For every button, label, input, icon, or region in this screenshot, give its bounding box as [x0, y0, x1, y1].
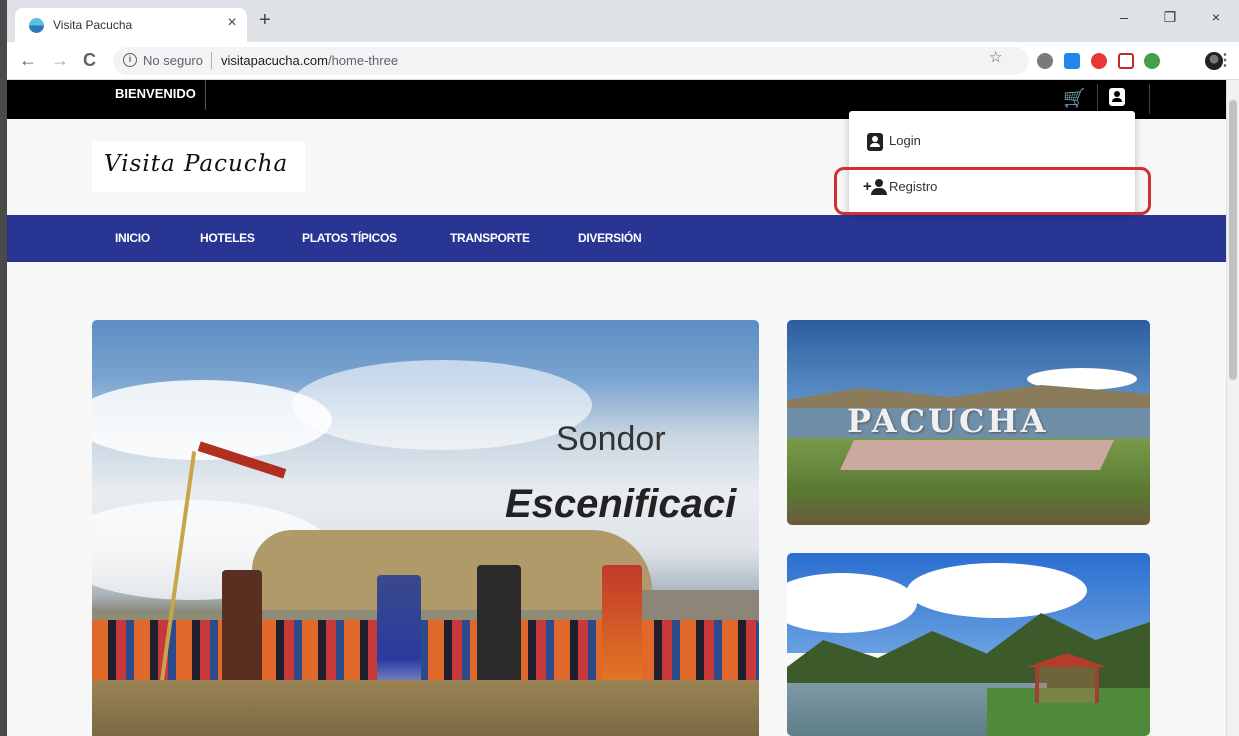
browser-menu-icon[interactable]: ⋮	[1217, 50, 1233, 70]
page-scrollbar[interactable]	[1226, 80, 1239, 736]
new-tab-button[interactable]: +	[259, 10, 271, 30]
window-controls: – ❐ ×	[1101, 0, 1239, 34]
extension-icon[interactable]	[1037, 53, 1053, 69]
browser-tab[interactable]: Visita Pacucha ×	[15, 8, 247, 42]
info-icon[interactable]: i	[123, 53, 137, 67]
extension-icon[interactable]	[1064, 53, 1080, 69]
topbar-divider	[1149, 84, 1150, 114]
address-bar[interactable]: i No seguro visitapacucha.com/home-three	[113, 47, 1029, 75]
close-window-button[interactable]: ×	[1193, 0, 1239, 34]
page: Visita Pacucha × + – ❐ × ← → C i No segu…	[0, 0, 1239, 736]
hero-hut	[252, 530, 652, 610]
dropdown-item-login[interactable]: Login	[849, 119, 1135, 163]
nav-diversion[interactable]: DIVERSIÓN	[578, 215, 642, 262]
site-logo[interactable]: Visita Pacucha	[92, 141, 305, 192]
account-icon[interactable]	[1109, 88, 1125, 106]
pocket-extension-icon[interactable]	[1118, 53, 1134, 69]
welcome-text: BIENVENIDO	[115, 80, 206, 110]
scrollbar-thumb[interactable]	[1229, 100, 1237, 380]
nav-hoteles[interactable]: HOTELES	[200, 215, 255, 262]
login-icon	[867, 133, 883, 151]
window-edge	[0, 0, 7, 736]
cart-icon[interactable]: 🛒	[1063, 88, 1085, 108]
hero-ground	[92, 680, 759, 736]
forward-button[interactable]: →	[51, 50, 69, 70]
gazebo	[1035, 667, 1099, 703]
topbar-divider	[1097, 84, 1098, 114]
nav-transporte[interactable]: TRANSPORTE	[450, 215, 530, 262]
extension-icon[interactable]	[1144, 53, 1160, 69]
card-cloud	[907, 563, 1087, 618]
hero-dancer	[222, 570, 262, 690]
nav-platos-tipicos[interactable]: PLATOS TÍPICOS	[302, 215, 397, 262]
url-host: visitapacucha.com	[221, 53, 328, 68]
browser-toolbar: ← → C i No seguro visitapacucha.com/home…	[7, 42, 1239, 80]
side-card-lake[interactable]	[787, 553, 1150, 736]
pacucha-sign: PACUCHA	[847, 402, 1049, 440]
security-label: No seguro	[143, 53, 203, 68]
hero-caption-title: Sondor	[556, 420, 666, 458]
registro-highlight	[834, 167, 1151, 215]
hero-slider[interactable]: Sondor Escenificaci ‹ ›	[92, 320, 759, 736]
tab-close-icon[interactable]: ×	[223, 14, 241, 32]
logo-text: Visita Pacucha	[104, 151, 289, 177]
hero-dancer	[477, 565, 521, 695]
restore-button[interactable]: ❐	[1147, 0, 1193, 34]
reload-button[interactable]: C	[83, 50, 96, 70]
bookmark-star-icon[interactable]: ☆	[989, 48, 1002, 66]
tab-title: Visita Pacucha	[53, 18, 133, 32]
globe-favicon-icon	[29, 18, 44, 33]
hero-cloud	[292, 360, 592, 450]
url-path: /home-three	[327, 53, 399, 68]
url-text[interactable]: visitapacucha.com/home-three	[221, 53, 398, 68]
hero-caption-subtitle: Escenificaci	[505, 482, 737, 526]
side-card-pacucha[interactable]: PACUCHA	[787, 320, 1150, 525]
browser-tabstrip: Visita Pacucha × + – ❐ ×	[7, 0, 1239, 42]
nav-inicio[interactable]: INICIO	[115, 215, 150, 262]
back-button[interactable]: ←	[19, 50, 37, 70]
hero-dancer	[602, 565, 642, 695]
extension-icon[interactable]	[1091, 53, 1107, 69]
login-label: Login	[889, 133, 921, 148]
main-nav: INICIO HOTELES PLATOS TÍPICOS TRANSPORTE…	[7, 215, 1239, 262]
address-divider	[211, 52, 212, 69]
minimize-button[interactable]: –	[1101, 0, 1147, 34]
card-path	[840, 440, 1114, 470]
